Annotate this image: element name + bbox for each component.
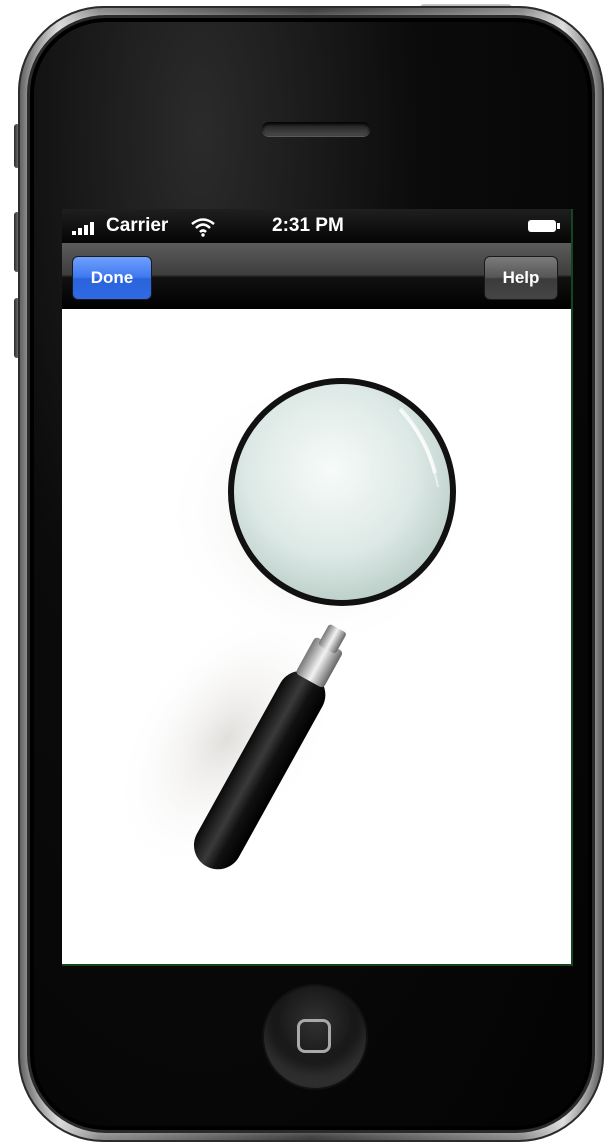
home-button-icon xyxy=(297,1019,331,1053)
navigation-bar: Done Help xyxy=(62,243,571,309)
content-area xyxy=(62,309,571,964)
help-button[interactable]: Help xyxy=(484,256,558,300)
battery-icon xyxy=(528,220,560,232)
wifi-icon xyxy=(191,218,215,237)
status-bar: Carrier 2:31 PM xyxy=(62,209,571,243)
done-button[interactable]: Done xyxy=(72,256,152,300)
carrier-label: Carrier xyxy=(106,215,169,236)
status-time: 2:31 PM xyxy=(272,215,344,236)
home-button[interactable] xyxy=(264,986,366,1088)
device-stage: Carrier 2:31 PM Done Help xyxy=(0,0,607,1147)
magnifying-glass-icon xyxy=(113,374,472,873)
phone-screen: Carrier 2:31 PM Done Help xyxy=(62,209,573,966)
earpiece-speaker xyxy=(262,122,370,136)
signal-strength-icon xyxy=(72,221,106,235)
